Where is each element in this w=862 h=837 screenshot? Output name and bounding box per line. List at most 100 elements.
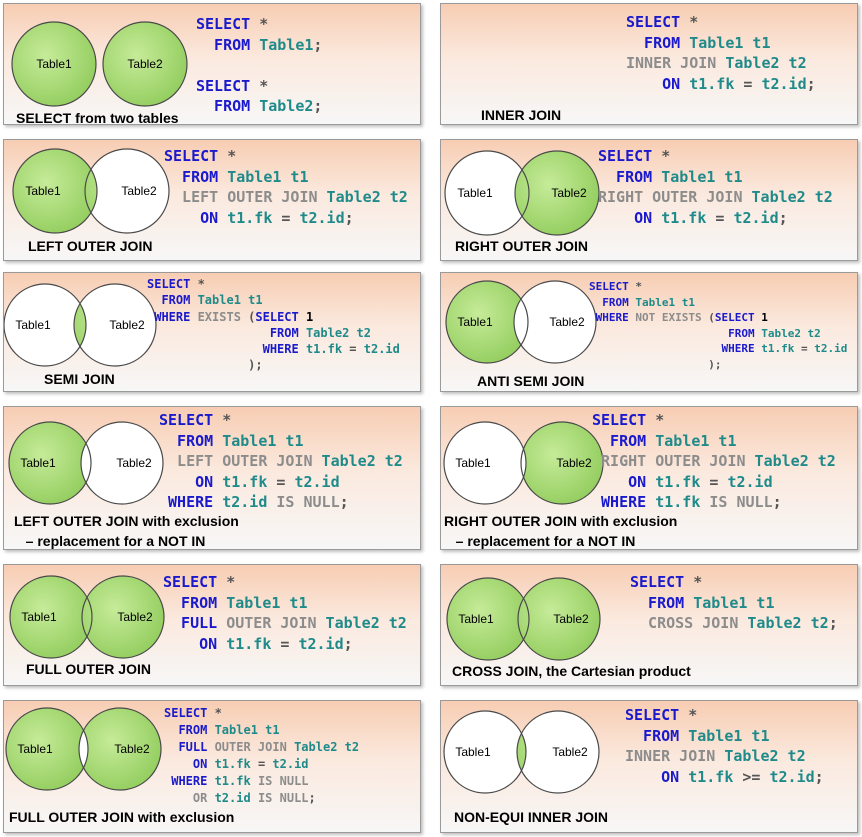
panel-anti-semi-join: Table1 Table2 ANTI SEMI JOIN SELECT * FROM …: [440, 272, 858, 392]
sql-line: FULL OUTER JOIN Table2 t2: [164, 740, 360, 754]
sql-line: INNER JOIN Table2 t2: [625, 747, 806, 765]
sql-line: SELECT *: [589, 280, 642, 293]
table1-label: Table1: [20, 456, 56, 470]
panel-full-outer-join-exclusion: Table1 Table2 FULL OUTER JOIN with exclusi…: [3, 700, 421, 833]
join-caption: RIGHT OUTER JOIN: [455, 238, 589, 254]
sql-line: FROM Table1 t1: [164, 167, 309, 186]
join-caption: LEFT OUTER JOIN with exclusion – replace…: [14, 513, 239, 549]
sql-line: SELECT *: [196, 15, 269, 33]
sql-line: SELECT *: [625, 706, 698, 724]
sql-line: SELECT *: [164, 706, 222, 720]
panel-right-outer-join: Table1 Table2 RIGHT OUTER JOIN SELECT * FRO…: [440, 139, 858, 261]
table2-label: Table2: [117, 610, 153, 624]
sql-line: ON t1.fk = t2.id;: [626, 74, 816, 93]
table1-label: Table1: [457, 186, 493, 200]
sql-line: WHERE t1.fk IS NULL;: [592, 493, 782, 511]
sql-line: RIGHT OUTER JOIN Table2 t2: [592, 452, 836, 470]
sql-code: SELECT * FROM Table1 t1 LEFT OUTER JOIN …: [159, 410, 403, 513]
table1-label: Table1: [458, 612, 494, 626]
join-caption: RIGHT OUTER JOIN with exclusion – replac…: [444, 513, 678, 549]
sql-line: [196, 55, 322, 76]
table2-label: Table2: [114, 742, 150, 756]
sql-line: FROM Table1 t1: [625, 726, 770, 745]
table2-label: Table2: [109, 318, 145, 332]
sql-line: SELECT *: [163, 573, 236, 591]
sql-line: ON t1.fk = t2.id: [592, 472, 773, 491]
sql-line: SELECT *: [598, 147, 671, 165]
sql-line: );: [589, 357, 722, 371]
sql-line: FROM Table2 t2: [589, 326, 821, 340]
sql-code: SELECT * FROM Table1; SELECT * FROM Tabl…: [196, 14, 322, 117]
table1-label: Table1: [15, 318, 51, 332]
sql-code: SELECT * FROM Table1 t1 WHERE EXISTS (SE…: [147, 276, 400, 374]
sql-line: );: [147, 358, 263, 373]
sql-line: ON t1.fk = t2.id;: [164, 208, 354, 227]
sql-line: WHERE t2.id IS NULL;: [159, 493, 349, 511]
panel-left-outer-join: Table1 Table2 LEFT OUTER JOIN SELECT * FROM…: [3, 139, 421, 261]
table2-label: Table2: [553, 612, 589, 626]
sql-line: FROM Table1 t1: [164, 723, 280, 737]
sql-code: SELECT * FROM Table1 t1 CROSS JOIN Table…: [630, 572, 838, 634]
table1-label: Table1: [25, 184, 61, 198]
sql-line: WHERE t1.fk IS NULL: [164, 774, 309, 788]
sql-line: SELECT *: [164, 147, 237, 165]
sql-line: SELECT *: [592, 411, 665, 429]
sql-line: RIGHT OUTER JOIN Table2 t2: [598, 188, 833, 206]
join-caption: SELECT from two tables: [16, 110, 179, 125]
sql-code: SELECT * FROM Table1 t1 FULL OUTER JOIN …: [164, 705, 359, 807]
sql-line: FROM Table1 t1: [163, 593, 308, 612]
table2-label: Table2: [552, 745, 588, 759]
sql-line: OR t2.id IS NULL;: [164, 791, 316, 805]
sql-code: SELECT * FROM Table1 t1 WHERE NOT EXISTS…: [589, 279, 847, 373]
table1-label: Table1: [455, 456, 491, 470]
sql-line: ON t1.fk = t2.id;: [598, 208, 788, 227]
panel-cross-join: Table1 Table2 CROSS JOIN, the Cartesian pr…: [440, 564, 858, 686]
sql-line: FROM Table1 t1: [159, 431, 304, 450]
sql-line: SELECT *: [626, 13, 699, 31]
sql-line: ON t1.fk = t2.id: [159, 472, 340, 491]
sql-line: INNER JOIN Table2 t2: [626, 54, 807, 72]
sql-line: FROM Table2;: [196, 97, 323, 115]
table1-label: Table1: [455, 745, 491, 759]
sql-line: FROM Table1 t1: [589, 295, 695, 309]
join-caption: FULL OUTER JOIN: [26, 661, 151, 677]
sql-line: SELECT *: [196, 76, 269, 95]
sql-line: WHERE t1.fk = t2.id: [147, 342, 400, 357]
sql-code: SELECT * FROM Table1 t1 LEFT OUTER JOIN …: [164, 146, 408, 228]
join-caption: FULL OUTER JOIN with exclusion: [9, 809, 235, 825]
table1-label: Table1: [21, 610, 57, 624]
sql-line: FROM Table1 t1: [598, 167, 743, 186]
sql-line: LEFT OUTER JOIN Table2 t2: [159, 452, 403, 470]
join-caption: LEFT OUTER JOIN: [28, 238, 153, 254]
sql-line: WHERE NOT EXISTS (SELECT 1: [589, 311, 768, 325]
sql-line: ON t1.fk = t2.id;: [163, 634, 353, 653]
table2-label: Table2: [556, 456, 592, 470]
table2-label: Table2: [127, 57, 163, 71]
sql-line: FROM Table1 t1: [147, 293, 263, 308]
sql-line: CROSS JOIN Table2 t2;: [630, 614, 838, 632]
sql-line: SELECT *: [630, 573, 703, 591]
table1-label: Table1: [17, 742, 53, 756]
sql-line: LEFT OUTER JOIN Table2 t2: [164, 188, 408, 206]
sql-line: FROM Table1 t1: [592, 431, 737, 450]
sql-code: SELECT * FROM Table1 t1 RIGHT OUTER JOIN…: [592, 410, 836, 513]
sql-line: WHERE t1.fk = t2.id: [589, 342, 848, 356]
sql-line: FROM Table2 t2: [147, 325, 371, 340]
table2-label: Table2: [121, 184, 157, 198]
sql-code: SELECT * FROM Table1 t1 INNER JOIN Table2…: [625, 705, 824, 787]
panel-full-outer-join: Table1 Table2 FULL OUTER JOIN SELECT * FROM…: [3, 564, 421, 686]
join-caption: INNER JOIN: [481, 107, 562, 123]
panel-right-outer-join-exclusion: Table1 Table2 RIGHT OUTER JOIN with exclus…: [440, 406, 858, 550]
join-caption: ANTI SEMI JOIN: [477, 373, 585, 389]
table2-label: Table2: [116, 456, 152, 470]
join-caption: CROSS JOIN, the Cartesian product: [452, 663, 691, 679]
table1-label: Table1: [457, 315, 493, 329]
sql-line: WHERE EXISTS (SELECT 1: [147, 309, 314, 324]
sql-line: SELECT *: [159, 411, 232, 429]
sql-line: FROM Table1 t1: [630, 593, 775, 612]
sql-line: ON t1.fk = t2.id: [164, 757, 309, 771]
sql-code: SELECT * FROM Table1 t1 FULL OUTER JOIN …: [163, 572, 407, 654]
sql-code: SELECT * FROM Table1 t1 RIGHT OUTER JOIN …: [598, 146, 833, 228]
sql-line: ON t1.fk >= t2.id;: [625, 767, 824, 786]
panel-left-outer-join-exclusion: Table1 Table2 LEFT OUTER JOIN with exclusi…: [3, 406, 421, 550]
